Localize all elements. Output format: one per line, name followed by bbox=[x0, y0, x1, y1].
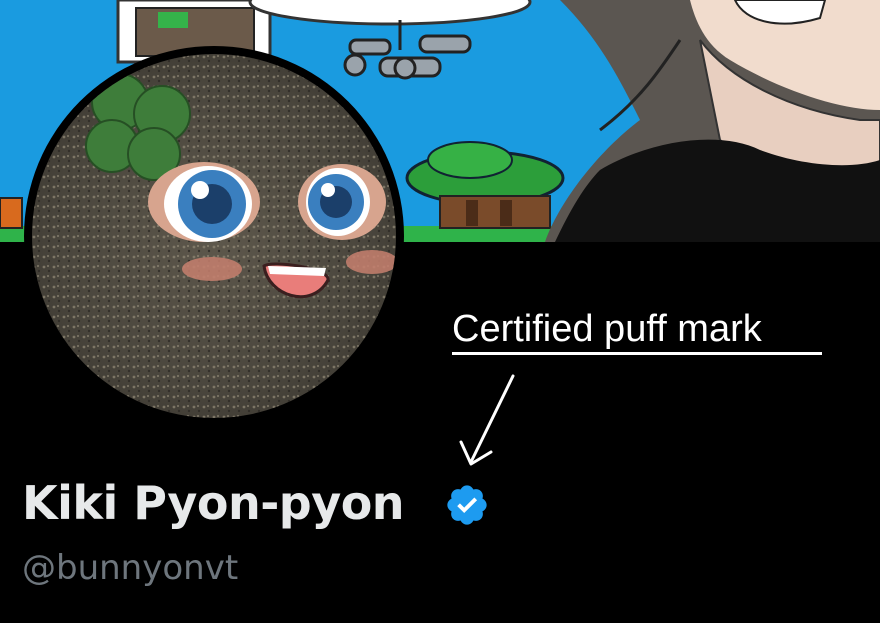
verified-badge-icon[interactable] bbox=[444, 482, 490, 528]
profile-handle: @bunnyonvt bbox=[22, 548, 239, 588]
annotation-label: Certified puff mark bbox=[452, 308, 762, 350]
avatar-image bbox=[32, 54, 396, 418]
profile-display-name: Kiki Pyon-pyon bbox=[22, 476, 405, 530]
avatar[interactable] bbox=[32, 54, 396, 418]
arrow-down-left-icon bbox=[459, 374, 515, 466]
annotation-underline bbox=[452, 352, 822, 355]
